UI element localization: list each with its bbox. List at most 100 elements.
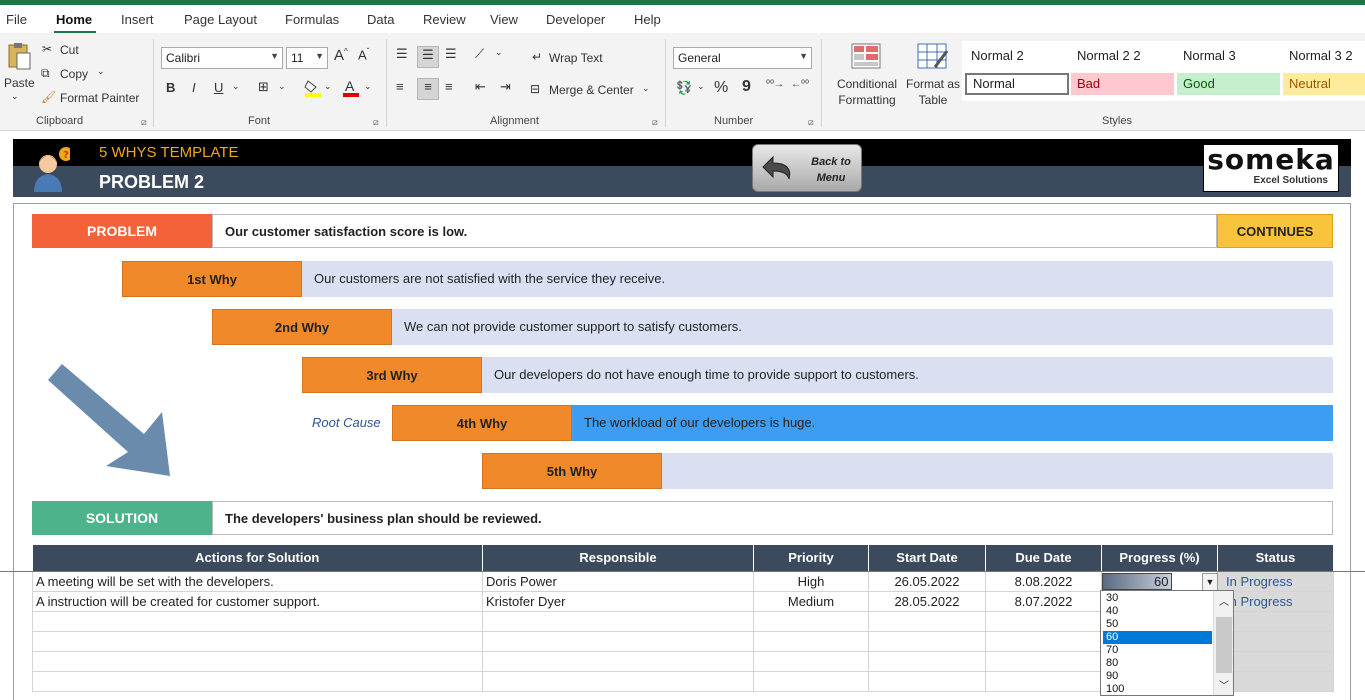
empty-cell[interactable]: [33, 671, 483, 691]
conditional-formatting-icon[interactable]: [851, 43, 881, 69]
font-color-dropdown-icon[interactable]: ⌄: [364, 81, 372, 92]
increase-font-icon[interactable]: A^: [334, 47, 348, 64]
empty-cell[interactable]: [754, 611, 869, 631]
status-cell[interactable]: In Progress: [1218, 571, 1334, 591]
empty-cell[interactable]: [986, 611, 1102, 631]
style-normal-2[interactable]: Normal 2: [965, 45, 1069, 67]
empty-cell[interactable]: [1218, 631, 1334, 651]
borders-dropdown-icon[interactable]: ⌄: [278, 81, 286, 92]
style-normal-2-2[interactable]: Normal 2 2: [1071, 45, 1175, 67]
progress-dropdown-list[interactable]: 30 40 50 60 70 80 90 100 ︿ ﹀: [1100, 590, 1234, 696]
font-name-select[interactable]: Calibri▼: [161, 47, 283, 69]
responsible-cell[interactable]: Kristofer Dyer: [483, 591, 754, 611]
paste-dropdown-icon[interactable]: ⌄: [11, 91, 19, 102]
format-painter-icon[interactable]: 🖌: [41, 90, 56, 104]
style-neutral[interactable]: Neutral: [1283, 73, 1365, 95]
orientation-dropdown-icon[interactable]: ⌄: [495, 47, 503, 58]
empty-cell[interactable]: [1218, 611, 1334, 631]
empty-cell[interactable]: [1218, 671, 1334, 691]
copy-button[interactable]: Copy: [60, 67, 88, 81]
bold-button[interactable]: B: [166, 80, 175, 95]
cut-button[interactable]: Cut: [60, 43, 79, 57]
back-to-menu-button[interactable]: Back to Menu: [752, 144, 862, 192]
conditional-formatting-button[interactable]: Conditional Formatting: [835, 76, 899, 108]
decrease-decimal-icon[interactable]: ←⁰⁰: [791, 79, 809, 90]
empty-cell[interactable]: [483, 611, 754, 631]
empty-cell[interactable]: [754, 631, 869, 651]
copy-icon[interactable]: ⧉: [41, 66, 50, 81]
empty-cell[interactable]: [869, 611, 986, 631]
format-as-table-button[interactable]: Format as Table: [904, 76, 962, 108]
tab-home[interactable]: Home: [56, 12, 92, 27]
font-size-select[interactable]: 11▼: [286, 47, 328, 69]
why-3-text[interactable]: Our developers do not have enough time t…: [482, 357, 1333, 393]
format-as-table-icon[interactable]: [917, 43, 949, 69]
dropdown-option[interactable]: 40: [1103, 605, 1212, 618]
dropdown-option[interactable]: 70: [1103, 644, 1212, 657]
progress-cell-selected[interactable]: 60 ▼: [1102, 571, 1218, 591]
orientation-icon[interactable]: ⟋: [475, 46, 484, 62]
empty-cell[interactable]: [483, 631, 754, 651]
problem-text[interactable]: Our customer satisfaction score is low.: [212, 214, 1217, 248]
empty-cell[interactable]: [986, 651, 1102, 671]
empty-cell[interactable]: [483, 671, 754, 691]
style-normal-3-2[interactable]: Normal 3 2: [1283, 45, 1365, 67]
align-top-icon[interactable]: ☰: [396, 46, 408, 62]
font-launcher-icon[interactable]: ⧄: [373, 117, 379, 128]
why-4-text[interactable]: The workload of our developers is huge.: [572, 405, 1333, 441]
dropdown-option[interactable]: 50: [1103, 618, 1212, 631]
why-1-text[interactable]: Our customers are not satisfied with the…: [302, 261, 1333, 297]
empty-cell[interactable]: [483, 651, 754, 671]
tab-page-layout[interactable]: Page Layout: [184, 12, 257, 27]
fill-color-icon[interactable]: [304, 79, 322, 97]
merge-center-icon[interactable]: ⊟: [530, 82, 540, 96]
style-normal-3[interactable]: Normal 3: [1177, 45, 1281, 67]
comma-style-button[interactable]: 9: [742, 78, 751, 96]
tab-help[interactable]: Help: [634, 12, 661, 27]
scroll-up-icon[interactable]: ︿: [1219, 593, 1229, 608]
align-right-icon[interactable]: ≡: [445, 79, 453, 94]
empty-cell[interactable]: [33, 651, 483, 671]
align-left-icon[interactable]: ≡: [396, 79, 404, 94]
fill-color-dropdown-icon[interactable]: ⌄: [324, 81, 332, 92]
alignment-launcher-icon[interactable]: ⧄: [652, 117, 658, 128]
increase-indent-icon[interactable]: ⇥: [500, 79, 511, 95]
empty-cell[interactable]: [754, 671, 869, 691]
tab-developer[interactable]: Developer: [546, 12, 605, 27]
tab-file[interactable]: File: [6, 12, 27, 27]
copy-dropdown-icon[interactable]: ⌄: [97, 66, 105, 77]
dropdown-option[interactable]: 100: [1103, 683, 1212, 696]
responsible-cell[interactable]: Doris Power: [483, 571, 754, 591]
empty-cell[interactable]: [1218, 651, 1334, 671]
priority-cell[interactable]: Medium: [754, 591, 869, 611]
start-date-cell[interactable]: 26.05.2022: [869, 571, 986, 591]
paste-button[interactable]: Paste: [4, 76, 35, 90]
action-cell[interactable]: A instruction will be created for custom…: [33, 591, 483, 611]
empty-cell[interactable]: [33, 631, 483, 651]
empty-cell[interactable]: [986, 631, 1102, 651]
dropdown-option-selected[interactable]: 60: [1103, 631, 1212, 644]
due-date-cell[interactable]: 8.08.2022: [986, 571, 1102, 591]
align-center-icon[interactable]: ≡: [417, 78, 439, 100]
wrap-text-button[interactable]: Wrap Text: [549, 51, 603, 65]
empty-cell[interactable]: [986, 671, 1102, 691]
merge-center-button[interactable]: Merge & Center: [549, 83, 634, 97]
italic-button[interactable]: I: [192, 80, 196, 95]
status-cell[interactable]: In Progress: [1218, 591, 1334, 611]
percent-button[interactable]: %: [714, 79, 728, 97]
paste-icon[interactable]: [6, 41, 32, 71]
cut-icon[interactable]: ✂: [42, 42, 52, 56]
progress-dropdown-button[interactable]: ▼: [1202, 573, 1218, 591]
style-normal[interactable]: Normal: [965, 73, 1069, 95]
wrap-text-icon[interactable]: ↵: [532, 50, 542, 64]
format-painter-button[interactable]: Format Painter: [60, 91, 139, 105]
action-cell[interactable]: A meeting will be set with the developer…: [33, 571, 483, 591]
style-bad[interactable]: Bad: [1071, 73, 1174, 95]
increase-decimal-icon[interactable]: ⁰⁰→: [766, 79, 784, 90]
clipboard-launcher-icon[interactable]: ⧄: [141, 117, 147, 128]
font-color-icon[interactable]: A: [342, 78, 360, 98]
dropdown-option[interactable]: 80: [1103, 657, 1212, 670]
why-5-text[interactable]: [662, 453, 1333, 489]
problem-status-badge[interactable]: CONTINUES: [1217, 214, 1333, 248]
borders-icon[interactable]: ⊞: [258, 79, 269, 95]
